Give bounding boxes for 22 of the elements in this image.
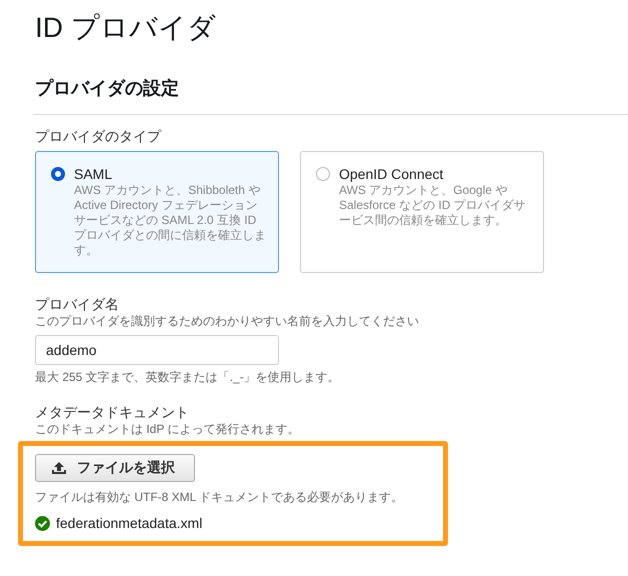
option-card[interactable]: SAML AWS アカウントと、Shibboleth や Active Directory フェデレーションサービスなどの SAML 2.0 互換 ID プロバイダとの間に信頼を確立します。: [35, 151, 279, 273]
radio-button[interactable]: [316, 167, 330, 181]
check-icon: [35, 516, 50, 530]
radio-button[interactable]: [51, 167, 65, 181]
file-name: federationmetadata.xml: [56, 515, 202, 531]
field-description: このドキュメントは IdP によって発行されます。: [35, 421, 300, 437]
field-label: メタデータドキュメント: [35, 403, 190, 421]
option-description: AWS アカウントと、Shibboleth や Active Directory フェデレーションサービスなどの SAML 2.0 互換 ID プロバイダとの間に信頼を確立します。: [74, 183, 267, 258]
name-input-field[interactable]: addemo: [35, 335, 279, 365]
choose-file-button[interactable]: ファイルを選択: [35, 454, 195, 482]
field-label: プロバイダ名: [35, 295, 120, 313]
field-description: このプロバイダを識別するためのわかりやすい名前を入力してください: [35, 313, 420, 329]
page-title: ID プロバイダ: [35, 11, 217, 45]
field-label: プロバイダのタイプ: [35, 127, 162, 145]
option-description: AWS アカウントと、Google や Salesforce などの ID プロバイダサービス間の信頼を確立します。: [339, 183, 527, 228]
field-hint: 最大 255 文字まで、英数字または「._-」を使用します。: [35, 369, 341, 385]
upload-icon: [51, 461, 67, 475]
file-note: ファイルは有効な UTF-8 XML ドキュメントである必要があります。: [35, 489, 404, 505]
option-title: SAML: [74, 165, 114, 183]
option-card[interactable]: OpenID Connect AWS アカウントと、Google や Salesforce などの ID プロバイダサービス間の信頼を確立します。: [300, 151, 544, 273]
section-title: プロバイダの設定: [35, 77, 180, 100]
option-title: OpenID Connect: [339, 165, 444, 183]
